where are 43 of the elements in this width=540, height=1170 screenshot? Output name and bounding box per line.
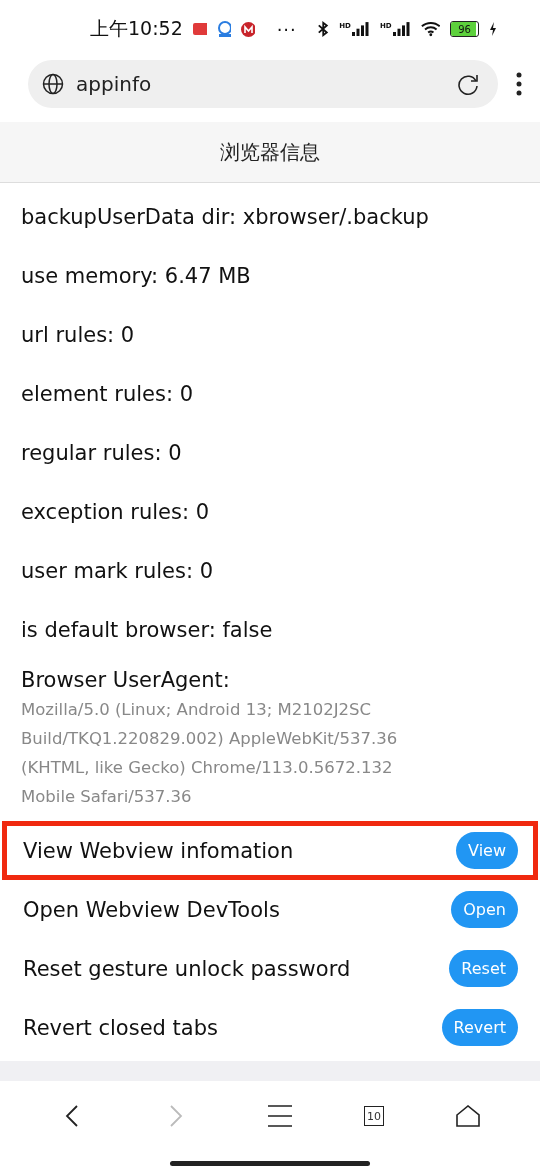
status-time: 上午10:52 [90, 16, 183, 41]
wifi-icon [420, 21, 441, 37]
battery-percent: 96 [458, 23, 471, 35]
info-text: user mark rules: 0 [20, 557, 215, 585]
info-text: use memory: 6.47 MB [20, 262, 252, 290]
action-label: Open Webview DevTools [23, 897, 281, 922]
page-title: 浏览器信息 [0, 122, 540, 183]
signal-icon [351, 22, 370, 36]
action-label: Reset gesture unlock password [23, 956, 352, 981]
user-agent-text: Build/TKQ1.220829.002) AppleWebKit/537.36 [21, 728, 399, 750]
reload-icon[interactable] [456, 72, 480, 96]
more-menu-icon[interactable] [516, 72, 522, 96]
info-text: is default browser: false [20, 616, 274, 644]
user-agent-text: (KHTML, like Gecko) Chrome/113.0.5672.132 [21, 757, 394, 779]
info-text: backupUserData dir: xbrowser/.backup [20, 203, 430, 231]
action-button[interactable]: View [456, 832, 518, 869]
notification-icon [192, 23, 207, 35]
action-label: Revert closed tabs [23, 1015, 219, 1040]
info-text: url rules: 0 [20, 321, 136, 349]
more-notifications: ··· [276, 18, 297, 40]
address-bar[interactable]: appinfo [28, 60, 498, 108]
forward-icon [169, 1104, 183, 1128]
info-text: exception rules: 0 [20, 498, 211, 526]
menu-icon [268, 1105, 292, 1127]
back-icon [65, 1104, 79, 1128]
action-label: View Webview infomation [23, 838, 295, 863]
user-agent-label: Browser UserAgent: [21, 667, 231, 694]
url-text: appinfo [76, 72, 153, 96]
signal-icon [392, 22, 411, 36]
info-text: regular rules: 0 [20, 439, 183, 467]
globe-icon [42, 73, 64, 95]
action-button[interactable]: Revert [441, 1009, 518, 1046]
info-text: element rules: 0 [20, 380, 195, 408]
action-button[interactable]: Open [451, 891, 518, 928]
tabs-button[interactable]: 10 [364, 1106, 384, 1126]
user-agent-text: Mozilla/5.0 (Linux; Android 13; M2102J2SC [21, 699, 373, 721]
action-button[interactable]: Reset [449, 950, 518, 987]
charging-icon [488, 22, 496, 36]
user-agent-text: Mobile Safari/537.36 [21, 786, 193, 808]
notification-icon [241, 21, 255, 37]
home-icon [456, 1105, 480, 1127]
notification-icon [217, 21, 232, 37]
bluetooth-icon [316, 20, 330, 38]
